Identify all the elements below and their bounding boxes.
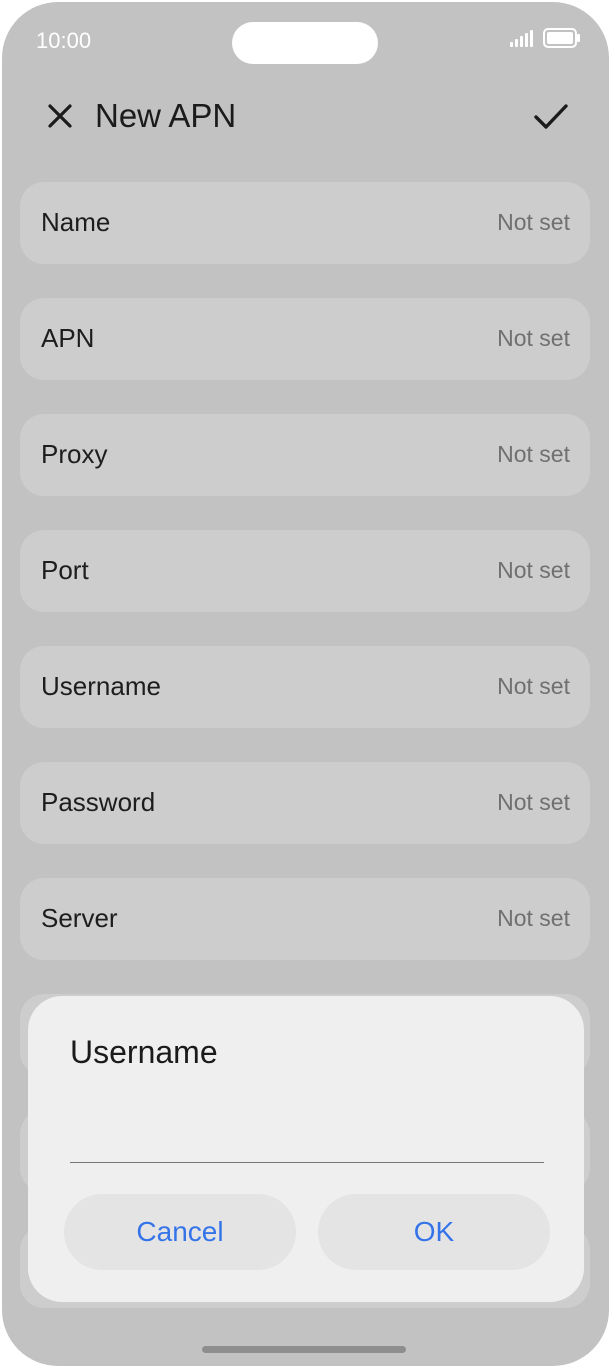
checkmark-icon xyxy=(534,104,568,129)
row-username[interactable]: Username Not set xyxy=(20,646,590,728)
row-value: Not set xyxy=(497,441,570,467)
ok-button[interactable]: OK xyxy=(318,1194,550,1270)
home-indicator[interactable] xyxy=(202,1346,406,1353)
row-server[interactable]: Server Not set xyxy=(20,878,590,960)
close-button[interactable] xyxy=(40,96,80,136)
row-label: APN xyxy=(41,323,95,353)
row-value: Not set xyxy=(497,209,570,235)
status-icons xyxy=(510,28,580,48)
row-label: Username xyxy=(41,671,161,701)
status-time: 10:00 xyxy=(36,28,92,53)
row-value: Not set xyxy=(497,557,570,583)
row-label: Proxy xyxy=(41,439,108,469)
row-value: Not set xyxy=(497,673,570,699)
row-proxy[interactable]: Proxy Not set xyxy=(20,414,590,496)
battery-icon xyxy=(543,28,580,48)
username-input[interactable] xyxy=(70,1102,544,1163)
row-value: Not set xyxy=(497,789,570,815)
row-password[interactable]: Password Not set xyxy=(20,762,590,844)
page-title: New APN xyxy=(95,97,237,134)
app-header: New APN xyxy=(2,86,609,146)
row-value: Not set xyxy=(497,325,570,351)
row-label: Name xyxy=(41,207,111,237)
cancel-button[interactable]: Cancel xyxy=(64,1194,296,1270)
row-port[interactable]: Port Not set xyxy=(20,530,590,612)
username-dialog: Username Cancel OK xyxy=(28,996,584,1302)
row-value: Not set xyxy=(497,905,570,931)
signal-icon xyxy=(510,29,533,47)
confirm-button[interactable] xyxy=(529,94,573,138)
dialog-title: Username xyxy=(70,1034,218,1070)
dynamic-island xyxy=(232,22,378,64)
row-apn[interactable]: APN Not set xyxy=(20,298,590,380)
row-label: Port xyxy=(41,555,89,585)
row-name[interactable]: Name Not set xyxy=(20,182,590,264)
phone-screen: 10:00 New APN Name Not set APN Not set P… xyxy=(2,2,609,1366)
row-label: Password xyxy=(41,787,156,817)
row-label: Server xyxy=(41,903,118,933)
close-icon xyxy=(48,104,72,128)
